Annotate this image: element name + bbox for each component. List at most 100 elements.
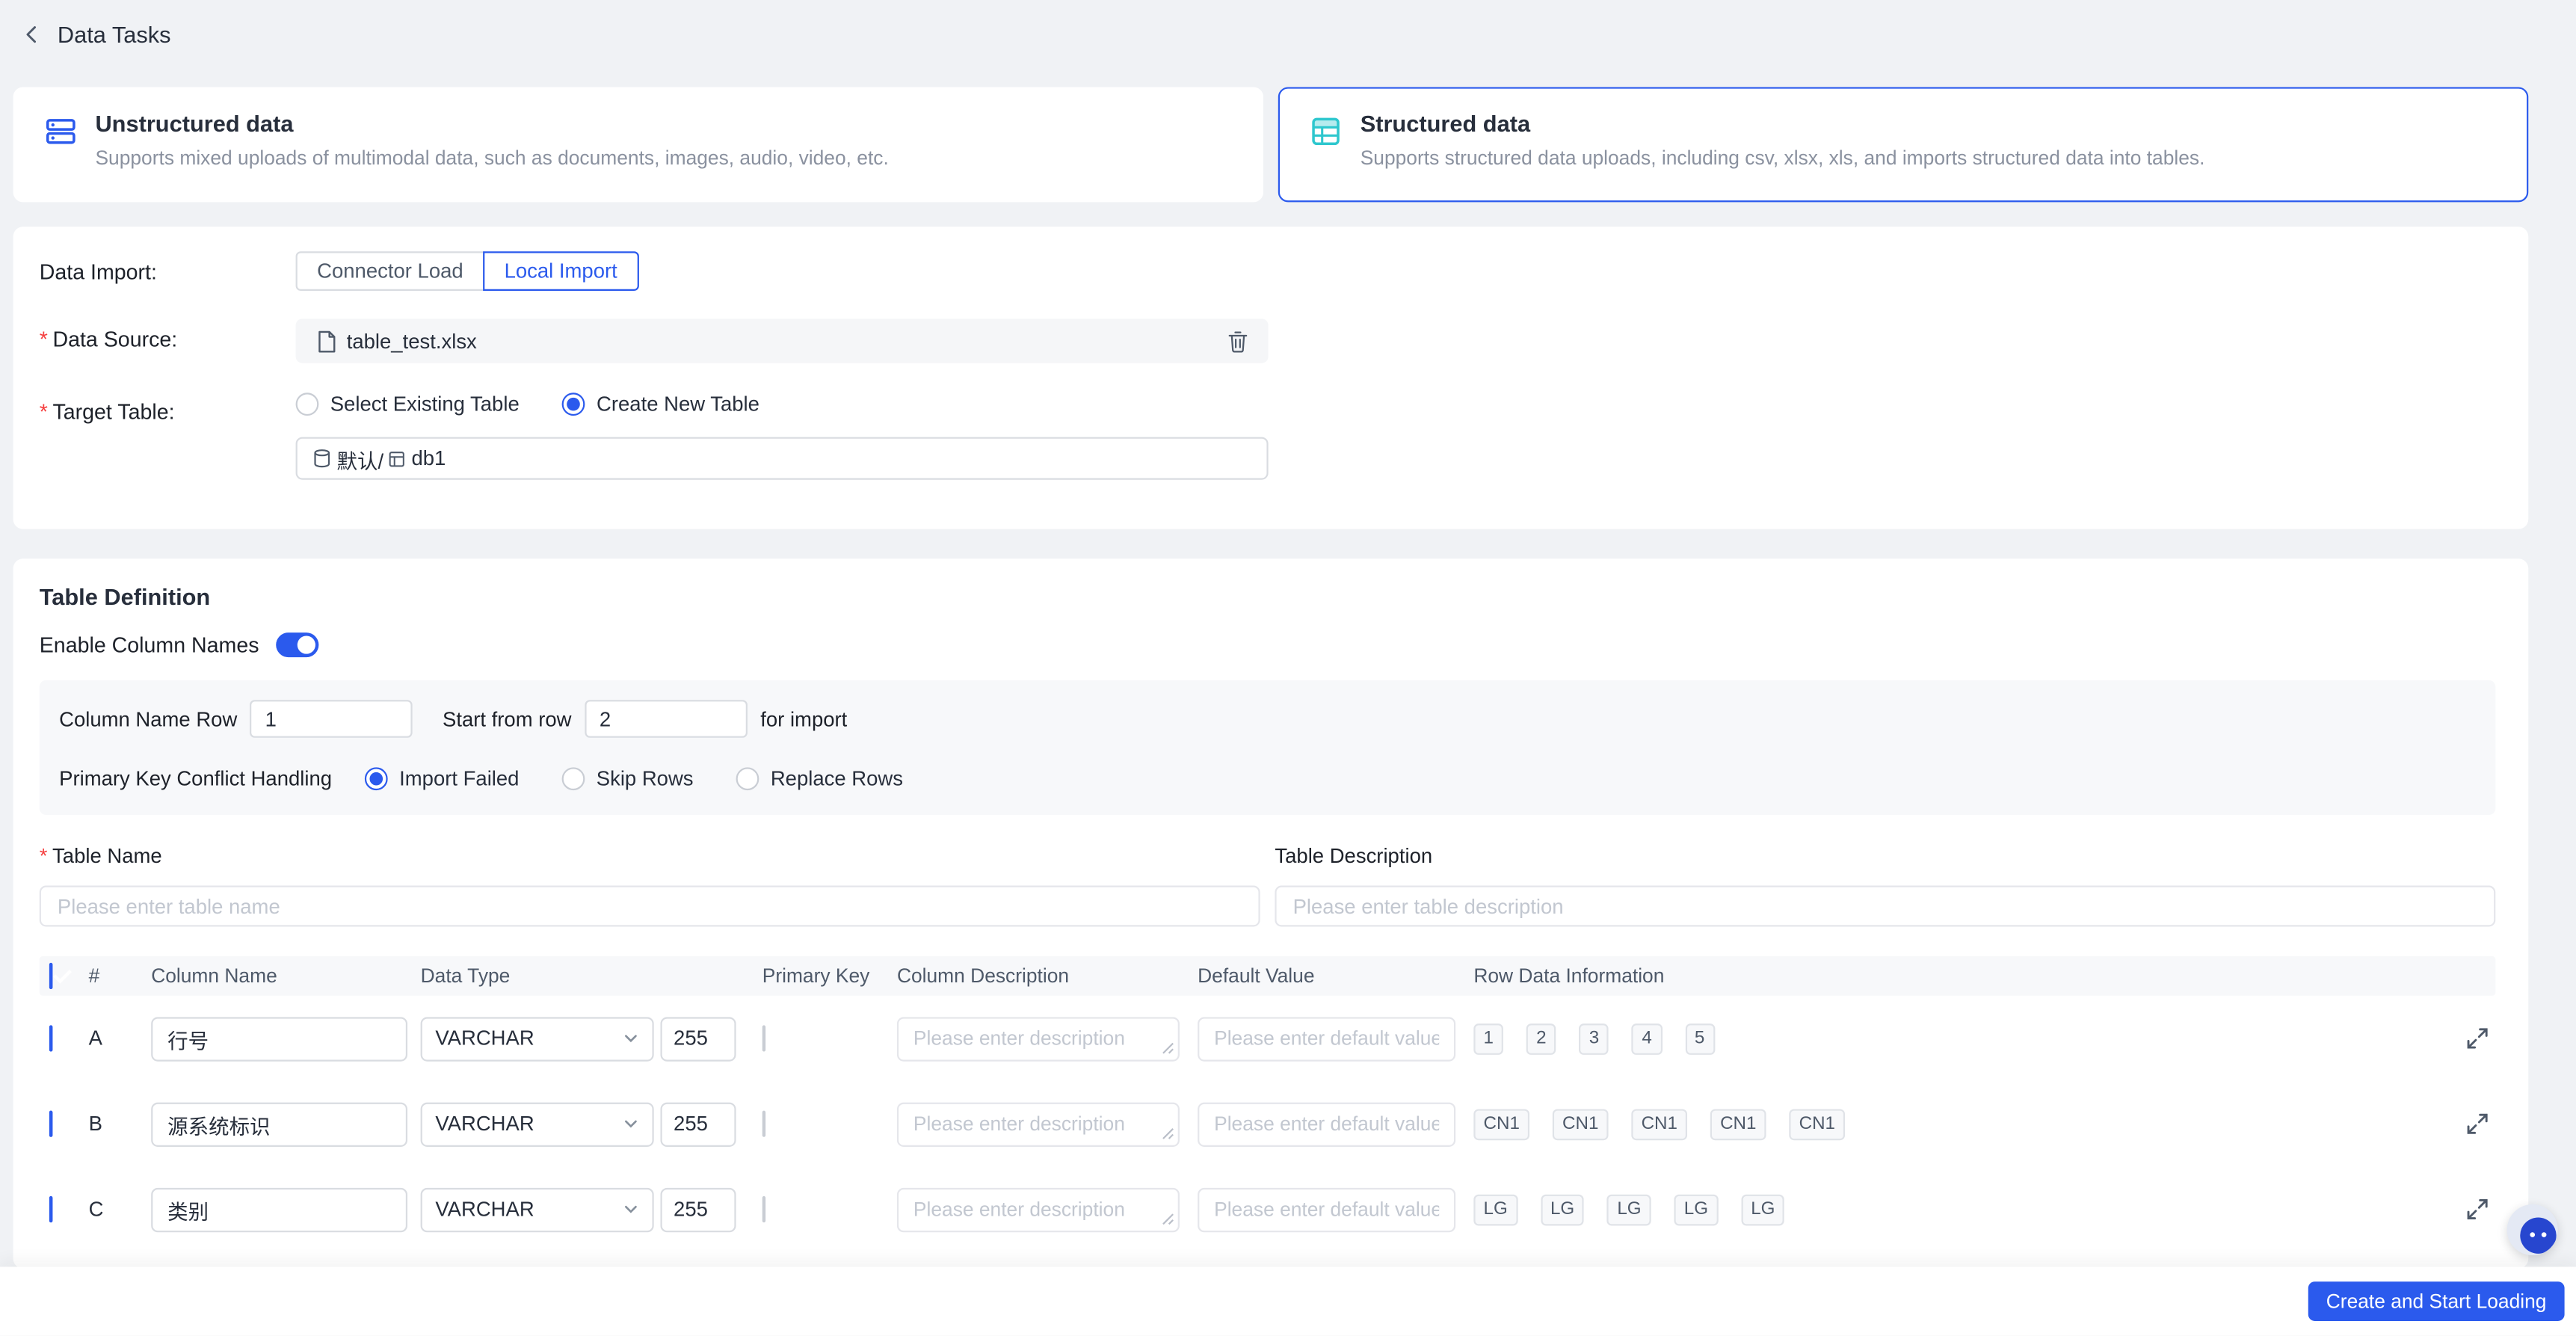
column-description-input[interactable] bbox=[896, 1101, 1180, 1146]
table-description-input[interactable] bbox=[1275, 885, 2496, 927]
chevron-left-icon bbox=[26, 25, 37, 43]
page-header: Data Tasks bbox=[0, 0, 2576, 52]
page-title: Data Tasks bbox=[57, 20, 171, 47]
primary-key-checkbox[interactable] bbox=[762, 1025, 766, 1052]
column-description-input[interactable] bbox=[896, 1016, 1180, 1061]
row-data-chip: CN1 bbox=[1473, 1108, 1530, 1140]
radio-skip-rows[interactable]: Skip Rows bbox=[561, 767, 694, 791]
table-description-col: Table Description bbox=[1275, 844, 2496, 927]
radio-circle bbox=[736, 767, 759, 791]
primary-key-checkbox[interactable] bbox=[762, 1195, 766, 1223]
start-from-row-label: Start from row bbox=[443, 707, 572, 730]
length-input[interactable] bbox=[660, 1016, 736, 1061]
default-value-input[interactable] bbox=[1198, 1101, 1456, 1146]
radio-import-failed[interactable]: Import Failed bbox=[364, 767, 520, 791]
conflict-handling-line: Primary Key Conflict Handling Import Fai… bbox=[59, 766, 2476, 792]
back-button[interactable] bbox=[16, 19, 46, 49]
radio-select-existing-table[interactable]: Select Existing Table bbox=[295, 393, 520, 416]
columns-table: # Column Name Data Type Primary Key Colu… bbox=[39, 956, 2496, 1252]
for-import-label: for import bbox=[760, 707, 848, 730]
row-checkbox[interactable] bbox=[49, 1195, 53, 1223]
delete-file-button[interactable] bbox=[1222, 326, 1252, 356]
table-name-col: * Table Name bbox=[39, 844, 1260, 927]
required-mark: * bbox=[39, 399, 48, 425]
expand-row-button[interactable] bbox=[2462, 1195, 2492, 1225]
row-settings-line: Column Name Row Start from row for impor… bbox=[59, 700, 2476, 738]
length-input[interactable] bbox=[660, 1186, 736, 1232]
radio-create-new-table[interactable]: Create New Table bbox=[561, 393, 759, 416]
table-name-input[interactable] bbox=[39, 885, 1260, 927]
radio-circle bbox=[561, 393, 585, 416]
radio-label: Import Failed bbox=[399, 767, 520, 791]
radio-replace-rows[interactable]: Replace Rows bbox=[736, 767, 903, 791]
data-import-label: Data Import: bbox=[39, 259, 157, 285]
table-row: B VARCHAR bbox=[40, 1081, 2496, 1166]
card-title: Structured data bbox=[1360, 110, 1531, 137]
primary-key-checkbox[interactable] bbox=[762, 1110, 766, 1137]
column-name-input[interactable] bbox=[151, 1016, 408, 1061]
table-small-icon bbox=[389, 451, 405, 467]
conflict-options: Import Failed Skip Rows Replace Rows bbox=[364, 766, 903, 792]
data-type-select[interactable]: VARCHAR bbox=[420, 1186, 654, 1232]
card-description: Supports structured data uploads, includ… bbox=[1360, 146, 2205, 170]
row-data-chip: 1 bbox=[1473, 1023, 1504, 1054]
header-column-name: Column Name bbox=[151, 964, 277, 988]
expand-icon bbox=[2467, 1028, 2488, 1049]
target-location-select[interactable]: 默认/ db1 bbox=[295, 437, 1269, 480]
expand-icon bbox=[2467, 1113, 2488, 1134]
row-checkbox[interactable] bbox=[49, 1025, 53, 1052]
tab-connector-load[interactable]: Connector Load bbox=[295, 251, 485, 291]
column-description-input[interactable] bbox=[896, 1186, 1180, 1232]
enable-column-names-toggle[interactable] bbox=[275, 632, 318, 658]
columns-table-header: # Column Name Data Type Primary Key Colu… bbox=[39, 956, 2496, 996]
create-and-start-loading-button[interactable]: Create and Start Loading bbox=[2308, 1281, 2565, 1321]
expand-row-button[interactable] bbox=[2462, 1109, 2492, 1139]
data-type-select[interactable]: VARCHAR bbox=[420, 1101, 654, 1146]
table-definition-title: Table Definition bbox=[39, 583, 211, 610]
chevron-down-icon bbox=[625, 1035, 637, 1043]
robot-face-icon bbox=[2520, 1217, 2557, 1254]
header-index: # bbox=[88, 964, 100, 988]
data-tasks-page: Data Tasks Unstructured data Supports mi… bbox=[0, 0, 2576, 1336]
header-primary-key: Primary Key bbox=[762, 964, 870, 988]
assistant-widget-button[interactable] bbox=[2506, 1204, 2558, 1256]
trash-icon bbox=[1227, 330, 1247, 352]
tab-local-import[interactable]: Local Import bbox=[483, 251, 639, 291]
expand-icon bbox=[2467, 1198, 2488, 1220]
enable-column-names-label: Enable Column Names bbox=[39, 632, 259, 658]
start-from-row-input[interactable] bbox=[585, 700, 748, 738]
row-data-chip: LG bbox=[1607, 1193, 1651, 1225]
card-text: Structured data Supports structured data… bbox=[1361, 110, 2205, 172]
row-checkbox[interactable] bbox=[49, 1110, 53, 1137]
row-data-chip: CN1 bbox=[1552, 1108, 1609, 1140]
header-default-value: Default Value bbox=[1198, 964, 1315, 988]
default-value-input[interactable] bbox=[1198, 1016, 1456, 1061]
target-table-field: Select Existing Table Create New Table 默… bbox=[295, 391, 1269, 480]
length-input[interactable] bbox=[660, 1101, 736, 1146]
column-name-input[interactable] bbox=[151, 1101, 408, 1146]
chevron-down-icon bbox=[625, 1120, 637, 1128]
header-column-description: Column Description bbox=[896, 964, 1070, 988]
select-all-checkbox[interactable] bbox=[49, 962, 53, 990]
row-data-chip: LG bbox=[1674, 1193, 1719, 1225]
expand-row-button[interactable] bbox=[2462, 1023, 2492, 1053]
import-mode-tabs: Connector Load Local Import bbox=[295, 251, 639, 291]
default-value-input[interactable] bbox=[1198, 1186, 1456, 1232]
card-title: Unstructured data bbox=[95, 110, 294, 137]
column-name-row-input[interactable] bbox=[250, 700, 413, 738]
row-data-chip: CN1 bbox=[1631, 1108, 1688, 1140]
row-index: B bbox=[88, 1112, 103, 1136]
column-name-input[interactable] bbox=[151, 1186, 408, 1232]
card-structured-data[interactable]: Structured data Supports structured data… bbox=[1278, 87, 2529, 203]
header-row-data-information: Row Data Information bbox=[1473, 964, 1665, 988]
target-table-label: * Target Table: bbox=[39, 399, 175, 425]
table-description-label: Table Description bbox=[1275, 844, 1433, 868]
radio-label: Create New Table bbox=[597, 393, 759, 416]
data-type-select[interactable]: VARCHAR bbox=[420, 1016, 654, 1061]
target-table-row: * Target Table: Select Existing Table Cre… bbox=[40, 391, 2489, 480]
required-mark: * bbox=[39, 327, 48, 352]
card-unstructured-data[interactable]: Unstructured data Supports mixed uploads… bbox=[13, 87, 1264, 203]
radio-label: Skip Rows bbox=[596, 767, 694, 791]
required-mark: * bbox=[39, 844, 48, 868]
table-row: A VARCHAR bbox=[40, 996, 2496, 1081]
